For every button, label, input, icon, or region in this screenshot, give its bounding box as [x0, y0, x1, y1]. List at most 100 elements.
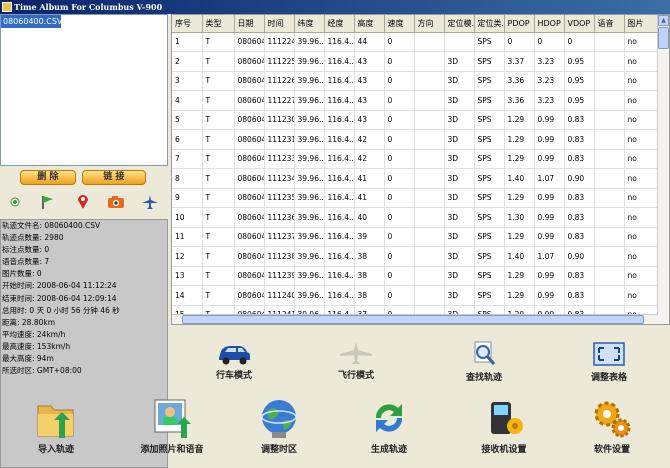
software-settings-button[interactable]: 软件设置 — [582, 396, 642, 455]
column-header[interactable]: VDOP — [564, 15, 595, 33]
track-point-filter-icon[interactable] — [8, 193, 22, 211]
table-row[interactable]: 10 T 080604 111236 39.96... 116.4... 40 0 3D SPS 1… — [172, 207, 660, 228]
table-cell: 0.83 — [564, 129, 595, 150]
column-header[interactable]: 方向 — [414, 15, 445, 33]
import-track-button[interactable]: 导入轨迹 — [22, 396, 90, 455]
table-cell: 080604 — [234, 32, 265, 52]
table-cell: SPS — [474, 285, 505, 306]
table-cell: 116.4... — [324, 168, 355, 189]
file-item[interactable]: 08060400.CSV — [1, 15, 62, 28]
adjust-timezone-label: 调整时区 — [260, 445, 297, 455]
table-cell: SPS — [474, 110, 505, 130]
table-cell: 3.36 — [504, 71, 535, 91]
table-cell: 116.4... — [324, 246, 355, 267]
table-cell — [414, 246, 445, 267]
column-header[interactable]: 定位模... — [444, 15, 475, 33]
column-header[interactable]: 速度 — [384, 15, 415, 33]
column-header[interactable]: 高度 — [354, 15, 385, 33]
scroll-thumb[interactable] — [658, 27, 669, 49]
table-cell: 0.99 — [534, 188, 565, 208]
table-row[interactable]: 11 T 080604 111237 39.96... 116.4... 39 0 3D SPS 1… — [172, 227, 660, 247]
table-cell: 3D — [444, 285, 475, 306]
column-header[interactable]: 类型 — [202, 15, 235, 33]
table-cell: 111236 — [264, 207, 295, 228]
table-row[interactable]: 12 T 080604 111238 39.96... 116.4... 38 0 3D SPS 1… — [172, 246, 660, 267]
table-cell: 116.4... — [324, 32, 355, 52]
table-cell: 5 — [172, 110, 203, 130]
table-row[interactable]: 6 T 080604 111231 39.96... 116.4... 42 0 3D SPS 1.… — [172, 129, 660, 150]
table-row[interactable]: 7 T 080604 111233 39.96... 116.4... 42 0 3D SPS 1.… — [172, 149, 660, 169]
add-photo-voice-button[interactable]: 添加照片和语音 — [124, 396, 220, 455]
table-cell: no — [624, 129, 660, 150]
column-header[interactable]: 定位类... — [474, 15, 505, 33]
table-row[interactable]: 5 T 080604 111230 39.96... 116.4... 43 0 3D SPS 1.… — [172, 110, 660, 130]
map-pin-icon[interactable] — [74, 193, 92, 211]
table-cell: 1.29 — [504, 110, 535, 130]
table-cell: 0 — [384, 110, 415, 130]
table-cell: 2 — [172, 51, 203, 72]
flag-icon[interactable] — [38, 193, 56, 211]
table-cell: 43 — [354, 90, 385, 111]
column-header[interactable]: 日期 — [234, 15, 265, 33]
info-line: 最高速度: 153km/h — [2, 341, 71, 351]
link-button[interactable]: 链 接 — [82, 170, 146, 185]
table-cell: 0 — [384, 246, 415, 267]
column-header[interactable]: PDOP — [504, 15, 535, 33]
table-cell — [594, 129, 625, 150]
table-row[interactable]: 2 T 080604 111225 39.96... 116.4... 43 0 3D SPS 3.… — [172, 51, 660, 72]
generate-track-button[interactable]: 生成轨迹 — [356, 396, 422, 455]
table-cell: 111237 — [264, 227, 295, 247]
track-file-list[interactable]: 08060400.CSV — [0, 14, 168, 166]
table-cell: 1.29 — [504, 149, 535, 169]
table-row[interactable]: 14 T 080604 111240 39.96... 116.4... 38 0 3D SPS 1… — [172, 285, 660, 306]
table-cell: 0 — [384, 90, 415, 111]
column-header[interactable]: 图片 — [624, 15, 660, 33]
column-header[interactable]: 语音 — [594, 15, 625, 33]
column-header[interactable]: 经度 — [324, 15, 355, 33]
table-cell: 0 — [534, 32, 565, 52]
column-header[interactable]: HDOP — [534, 15, 565, 33]
table-cell: 8 — [172, 168, 203, 189]
delete-button[interactable]: 删 除 — [20, 170, 76, 185]
adjust-table-button[interactable]: 调整表格 — [577, 340, 641, 383]
drive-mode-button[interactable]: 行车模式 — [202, 340, 266, 381]
table-row[interactable]: 13 T 080604 111239 39.96... 116.4... 38 0 3D SPS 1… — [172, 266, 660, 286]
find-track-button[interactable]: 查找轨迹 — [452, 340, 516, 383]
airplane-icon[interactable] — [140, 193, 160, 211]
table-cell: 0 — [384, 188, 415, 208]
table-cell — [594, 110, 625, 130]
table-cell: SPS — [474, 246, 505, 267]
table-row[interactable]: 8 T 080604 111234 39.96... 116.4... 41 0 3D SPS 1.… — [172, 168, 660, 189]
column-header[interactable]: 时间 — [264, 15, 295, 33]
column-header[interactable]: 纬度 — [294, 15, 325, 33]
table-cell: 116.4... — [324, 149, 355, 169]
camera-icon[interactable] — [106, 193, 126, 211]
table-cell — [594, 227, 625, 247]
horizontal-scrollbar[interactable] — [172, 314, 658, 324]
table-cell: no — [624, 168, 660, 189]
table-row[interactable]: 4 T 080604 111227 39.96... 116.4... 43 0 3D SPS 3.… — [172, 90, 660, 111]
table-row[interactable]: 1 T 080604 111224 39.96... 116.4... 44 0 SPS 0 0 0 n… — [172, 32, 660, 52]
fly-mode-button[interactable]: 飞行模式 — [324, 340, 388, 381]
table-cell: 116.4... — [324, 227, 355, 247]
column-header[interactable]: 序号 — [172, 15, 203, 33]
table-row[interactable]: 3 T 080604 111226 39.96... 116.4... 43 0 3D SPS 3.… — [172, 71, 660, 91]
table-cell: no — [624, 32, 660, 52]
scroll-up-icon[interactable]: ▲ — [658, 15, 669, 26]
table-cell: T — [202, 129, 235, 150]
app-icon — [2, 2, 12, 12]
vertical-scrollbar[interactable]: ▲ — [657, 15, 669, 324]
table-cell: 0.99 — [534, 129, 565, 150]
table-cell: 39.96... — [294, 51, 325, 72]
track-points-table[interactable]: 序号类型日期时间纬度经度高度速度方向定位模...定位类...PDOPHDOPVD… — [171, 14, 670, 325]
table-cell: 3.23 — [534, 51, 565, 72]
table-cell: 0.90 — [564, 168, 595, 189]
adjust-timezone-button[interactable]: 调整时区 — [246, 396, 312, 455]
receiver-settings-button[interactable]: 接收机设置 — [468, 396, 540, 455]
table-cell — [594, 90, 625, 111]
table-row[interactable]: 9 T 080604 111235 39.96... 116.4... 41 0 3D SPS 1.… — [172, 188, 660, 208]
table-cell: 3D — [444, 266, 475, 286]
table-cell: 0.83 — [564, 227, 595, 247]
table-cell: 111230 — [264, 110, 295, 130]
scroll-thumb[interactable] — [182, 315, 644, 324]
